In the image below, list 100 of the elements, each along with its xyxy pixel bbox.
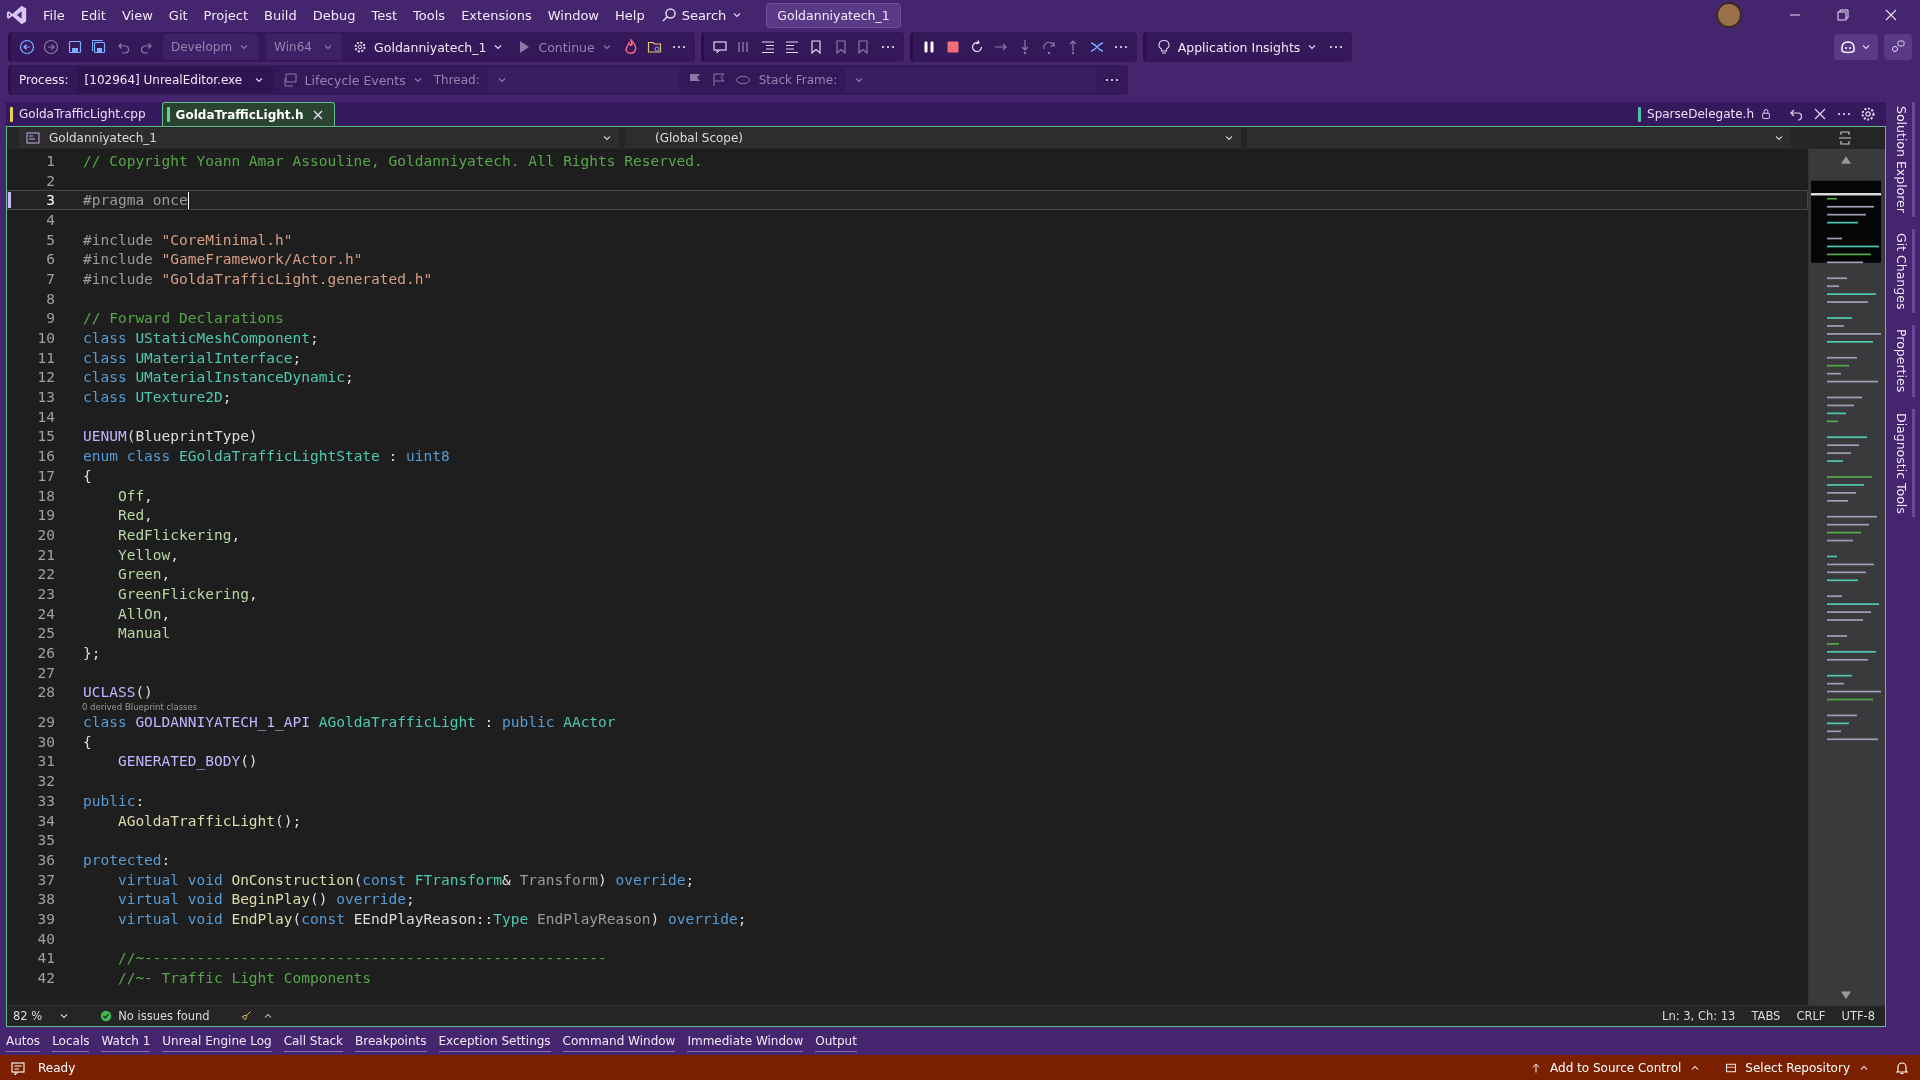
menu-item[interactable]: Edit	[73, 3, 113, 27]
output-icon[interactable]	[10, 1059, 26, 1076]
robot-icon	[1840, 39, 1856, 55]
line-number: 37	[36, 871, 55, 888]
solution-name: Goldanniyatech_1	[766, 2, 901, 28]
code-line: Red,	[116, 507, 153, 524]
lifecycle-events-dropdown[interactable]: Lifecycle Events	[280, 68, 426, 92]
code-line: class UTexture2D;	[83, 389, 232, 406]
flag-icon[interactable]	[710, 72, 727, 88]
side-tab[interactable]: Git Changes	[1891, 228, 1915, 314]
code-line: virtual void BeginPlay() override;	[116, 891, 415, 908]
menu-item[interactable]: Test	[364, 3, 405, 27]
repository-button[interactable]: Select Repository	[1725, 1060, 1870, 1075]
tool-window-tab[interactable]: Exception Settings	[438, 1030, 551, 1052]
save-icon[interactable]	[67, 39, 83, 55]
tool-window-tab[interactable]: Call Stack	[283, 1030, 344, 1052]
menu-item[interactable]: View	[114, 3, 160, 27]
scope-dropdown[interactable]: (Global Scope)	[625, 128, 1241, 148]
line-number: 41	[36, 950, 55, 967]
platform-dropdown[interactable]: Win64	[266, 34, 343, 60]
menu-item[interactable]: File	[36, 3, 72, 27]
outdent-icon[interactable]	[783, 39, 800, 55]
code-line: GENERATED_BODY()	[116, 753, 258, 770]
code-line: //~-----------------------------------------------------	[116, 950, 607, 967]
line-number: 26	[36, 645, 55, 662]
indent-mode[interactable]: TABS	[1751, 1009, 1781, 1023]
line-number: 10	[36, 330, 55, 347]
line-number: 7	[45, 270, 55, 287]
settings-icon[interactable]	[1860, 106, 1876, 122]
code-line: enum class EGoldaTrafficLightState : uint8	[83, 448, 450, 465]
code-line: RedFlickering,	[116, 526, 241, 543]
restore-icon[interactable]	[1835, 7, 1851, 23]
side-tab[interactable]: Solution Explorer	[1891, 102, 1915, 217]
tool-window-tab[interactable]: Immediate Window	[687, 1030, 804, 1052]
configuration-dropdown[interactable]: Developm	[163, 34, 259, 60]
save-all-icon[interactable]	[91, 39, 107, 55]
code-line: UCLASS()	[83, 684, 153, 701]
menu-item[interactable]: Git	[161, 3, 195, 27]
line-number: 22	[36, 566, 55, 583]
thread-label: Thread:	[433, 73, 480, 87]
code-line: virtual void EndPlay(const EEndPlayReason::Type EndPlayReason) override;	[116, 910, 747, 927]
lock-icon	[1760, 108, 1772, 120]
close-icon[interactable]	[1812, 106, 1828, 122]
line-number: 1	[45, 152, 55, 169]
document-tab[interactable]: GoldaTrafficLight.h	[161, 102, 335, 126]
line-endings[interactable]: CRLF	[1796, 1009, 1826, 1023]
menu-item[interactable]: Build	[257, 3, 304, 27]
preview-tab[interactable]: SparseDelegate.h	[1634, 102, 1780, 126]
bell-icon[interactable]	[1894, 1059, 1910, 1076]
cursor-position[interactable]: Ln: 3, Ch: 13	[1662, 1009, 1736, 1023]
close-icon[interactable]	[1883, 7, 1899, 23]
zoom-dropdown[interactable]: 82 %	[13, 1009, 71, 1023]
copilot-button[interactable]	[1834, 34, 1878, 60]
issues-indicator[interactable]: No issues found	[100, 1009, 210, 1023]
menu-item[interactable]: Window	[540, 3, 606, 27]
feedback-button[interactable]	[1884, 34, 1912, 60]
line-number: 12	[36, 369, 55, 386]
folder-search-icon[interactable]	[646, 39, 663, 55]
file-encoding[interactable]: UTF-8	[1841, 1009, 1875, 1023]
line-number: 39	[36, 910, 55, 927]
forward-icon[interactable]	[43, 39, 59, 55]
line-number: 14	[36, 408, 55, 425]
menu-item[interactable]: Project	[196, 3, 256, 27]
tool-window-tab[interactable]: Output	[815, 1030, 857, 1052]
side-tab[interactable]: Properties	[1891, 325, 1915, 397]
flame-icon[interactable]	[622, 39, 639, 55]
document-tab[interactable]: GoldaTrafficLight.cpp	[6, 102, 154, 126]
comment-icon[interactable]	[711, 39, 728, 55]
indent-icon[interactable]	[759, 39, 776, 55]
side-tab[interactable]: Diagnostic Tools	[1891, 408, 1915, 518]
tool-window-tab[interactable]: Unreal Engine Log	[162, 1030, 272, 1052]
code-line: // Forward Declarations	[83, 310, 284, 327]
back-icon[interactable]	[19, 39, 35, 55]
codelens-hint[interactable]: 0 derived Blueprint classes	[82, 702, 198, 713]
startup-project-dropdown[interactable]: Goldanniyatech_1	[350, 35, 507, 59]
tool-window-tab[interactable]: Command Window	[562, 1030, 676, 1052]
tool-window-tab[interactable]: Breakpoints	[355, 1030, 427, 1052]
broom-icon[interactable]	[239, 1010, 252, 1022]
continue-button[interactable]: Continue	[514, 35, 615, 59]
tool-window-tab[interactable]: Autos	[6, 1030, 41, 1052]
project-dropdown[interactable]: Goldanniyatech_1	[19, 128, 619, 148]
menu-item[interactable]: Debug	[305, 3, 363, 27]
avatar[interactable]	[1716, 2, 1742, 28]
tool-window-tab[interactable]: Watch 1	[101, 1030, 151, 1052]
menu-item[interactable]: Help	[608, 3, 652, 27]
split-icon[interactable]	[1837, 130, 1853, 146]
line-number: 42	[36, 970, 55, 987]
code-line: #pragma once	[83, 191, 189, 209]
line-number: 20	[36, 526, 55, 543]
step-over-icon[interactable]	[1040, 39, 1057, 55]
source-control-button[interactable]: Add to Source Control	[1530, 1060, 1702, 1075]
menu-item[interactable]: Tools	[406, 3, 453, 27]
process-dropdown[interactable]: [102964] UnrealEditor.exe	[76, 67, 273, 93]
search-menu[interactable]: Search	[653, 3, 751, 27]
code-line: GreenFlickering,	[116, 585, 258, 602]
code-line: class UMaterialInterface;	[83, 349, 302, 366]
menu-item[interactable]: Extensions	[454, 3, 539, 27]
events-icon	[282, 72, 299, 88]
tab-label: GoldaTrafficLight.h	[175, 107, 304, 122]
tool-window-tab[interactable]: Locals	[52, 1030, 90, 1052]
